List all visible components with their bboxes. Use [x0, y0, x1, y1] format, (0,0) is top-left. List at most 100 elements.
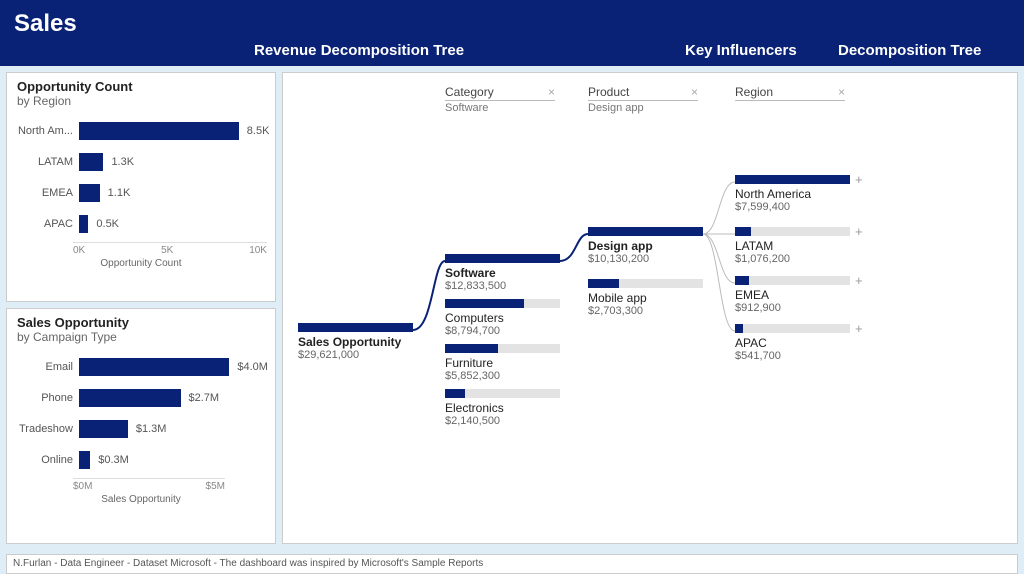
bar-value: $4.0M [233, 358, 268, 376]
node-bar [445, 254, 560, 263]
tree-node-electronics[interactable]: Electronics $2,140,500 [445, 389, 560, 427]
bar-row[interactable]: Phone$2.7M [15, 385, 267, 411]
tree-node-latam[interactable]: LATAM $1,076,200 [735, 227, 850, 265]
node-bar [588, 227, 703, 236]
page-title: Sales [14, 10, 77, 38]
node-value: $12,833,500 [445, 280, 560, 292]
bar-category: LATAM [15, 156, 79, 168]
tab-key-influencers[interactable]: Key Influencers [685, 42, 797, 59]
node-bar [445, 389, 560, 398]
tree-node-design-app[interactable]: Design app $10,130,200 [588, 227, 703, 265]
footer-text: N.Furlan - Data Engineer - Dataset Micro… [6, 554, 1018, 574]
tick: 5K [161, 245, 173, 256]
x-axis-label: Opportunity Count [7, 258, 275, 275]
bar-category: APAC [15, 218, 79, 230]
bar-value: 1.3K [107, 153, 134, 171]
node-bar [735, 276, 850, 285]
node-value: $1,076,200 [735, 253, 850, 265]
x-axis-label: Sales Opportunity [7, 494, 275, 511]
bar-rect [79, 153, 103, 171]
node-label: Software [445, 266, 560, 280]
node-label: Mobile app [588, 291, 703, 305]
node-label: Computers [445, 311, 560, 325]
node-bar [298, 323, 413, 332]
node-label: EMEA [735, 288, 850, 302]
tree-root[interactable]: Sales Opportunity $29,621,000 [298, 323, 413, 361]
tick: 10K [249, 245, 267, 256]
bar-rect [79, 215, 88, 233]
node-value: $912,900 [735, 302, 850, 314]
node-bar [735, 175, 850, 184]
node-value: $8,794,700 [445, 325, 560, 337]
bar-category: EMEA [15, 187, 79, 199]
bar-row[interactable]: LATAM 1.3K [15, 149, 267, 175]
bar-category: Tradeshow [15, 423, 79, 435]
node-label: Sales Opportunity [298, 335, 413, 349]
tree-node-apac[interactable]: APAC $541,700 [735, 324, 850, 362]
node-label: North America [735, 187, 850, 201]
tree-node-emea[interactable]: EMEA $912,900 [735, 276, 850, 314]
bar-value: $0.3M [94, 451, 129, 469]
tick: $5M [206, 481, 225, 492]
x-axis: 0K 5K 10K [73, 242, 267, 258]
panel-decomposition-tree: Category× Software Product× Design app R… [282, 72, 1018, 544]
node-label: Design app [588, 239, 703, 253]
node-label: Electronics [445, 401, 560, 415]
tick: $0M [73, 481, 92, 492]
bar-category: Phone [15, 392, 79, 404]
node-value: $2,140,500 [445, 415, 560, 427]
bar-value: 8.5K [243, 122, 270, 140]
bar-row[interactable]: APAC 0.5K [15, 211, 267, 237]
bar-row[interactable]: Online$0.3M [15, 447, 267, 473]
tree-node-furniture[interactable]: Furniture $5,852,300 [445, 344, 560, 382]
tree-node-north-america[interactable]: North America $7,599,400 [735, 175, 850, 213]
expand-icon[interactable]: + [855, 321, 863, 336]
bar-category: North Am... [15, 125, 79, 137]
tab-decomposition-tree[interactable]: Decomposition Tree [838, 42, 981, 59]
node-value: $10,130,200 [588, 253, 703, 265]
node-value: $7,599,400 [735, 201, 850, 213]
panel-opportunity-count: Opportunity Count by Region North Am... 8… [6, 72, 276, 302]
tick: 0K [73, 245, 85, 256]
bar-rect [79, 122, 239, 140]
panel-title: Sales Opportunity [7, 309, 275, 330]
node-bar [445, 299, 560, 308]
x-axis: $0M $5M [73, 478, 225, 494]
tab-revenue-tree[interactable]: Revenue Decomposition Tree [254, 42, 464, 59]
node-bar [445, 344, 560, 353]
bar-row[interactable]: Email $4.0M [15, 354, 267, 380]
node-value: $541,700 [735, 350, 850, 362]
panel-subtitle: by Region [7, 94, 275, 114]
bar-rect [79, 420, 128, 438]
node-value: $2,703,300 [588, 305, 703, 317]
bar-value: 0.5K [92, 215, 119, 233]
bar-row[interactable]: Tradeshow$1.3M [15, 416, 267, 442]
tree-node-software[interactable]: Software $12,833,500 [445, 254, 560, 292]
node-value: $5,852,300 [445, 370, 560, 382]
bar-rect [79, 451, 90, 469]
node-bar [588, 279, 703, 288]
bar-value: 1.1K [104, 184, 131, 202]
bar-rect [79, 389, 181, 407]
node-label: LATAM [735, 239, 850, 253]
panel-title: Opportunity Count [7, 73, 275, 94]
panel-sales-opportunity: Sales Opportunity by Campaign Type Email… [6, 308, 276, 544]
bar-row[interactable]: North Am... 8.5K [15, 118, 267, 144]
expand-icon[interactable]: + [855, 273, 863, 288]
bar-rect [79, 184, 100, 202]
panel-subtitle: by Campaign Type [7, 330, 275, 350]
tree-node-mobile-app[interactable]: Mobile app $2,703,300 [588, 279, 703, 317]
expand-icon[interactable]: + [855, 224, 863, 239]
bar-chart-opportunity[interactable]: North Am... 8.5K LATAM 1.3K EMEA 1.1K APAC 0.5K [7, 114, 275, 237]
bar-row[interactable]: EMEA 1.1K [15, 180, 267, 206]
tree-node-computers[interactable]: Computers $8,794,700 [445, 299, 560, 337]
bar-chart-sales[interactable]: Email $4.0M Phone$2.7M Tradeshow$1.3M Online… [7, 350, 275, 473]
bar-category: Email [15, 361, 79, 373]
node-bar [735, 324, 850, 333]
expand-icon[interactable]: + [855, 172, 863, 187]
header-bar: Sales Revenue Decomposition Tree Key Inf… [0, 0, 1024, 66]
node-label: APAC [735, 336, 850, 350]
node-value: $29,621,000 [298, 349, 413, 361]
bar-rect [79, 358, 229, 376]
node-bar [735, 227, 850, 236]
